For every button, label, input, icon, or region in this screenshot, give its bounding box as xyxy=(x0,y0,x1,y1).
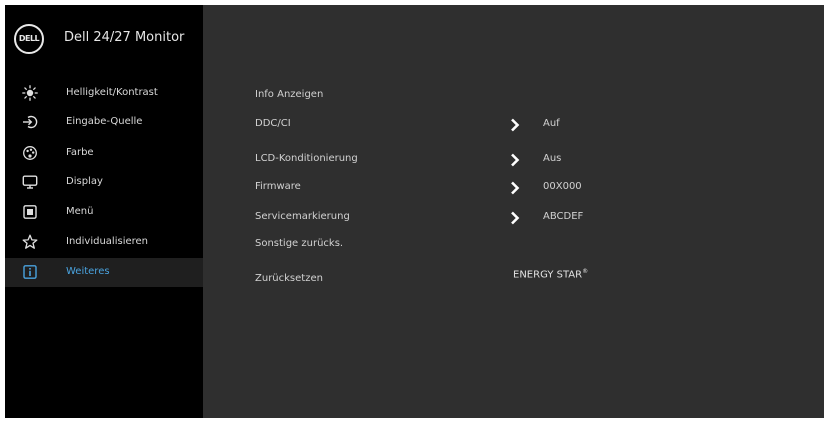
chevron-right-icon xyxy=(510,180,520,195)
menu-icon xyxy=(21,203,39,221)
sidebar-item-label: Weiteres xyxy=(66,266,110,277)
sidebar-item-label: Farbe xyxy=(66,147,94,158)
row-value: Auf xyxy=(543,118,560,129)
energy-star-logo: ENERGY STAR® xyxy=(513,268,588,280)
input-source-icon xyxy=(21,113,39,131)
sidebar-item-label: Individualisieren xyxy=(66,236,149,247)
chevron-right-icon xyxy=(510,117,520,132)
sidebar-item-display[interactable]: Display xyxy=(5,168,203,197)
sidebar-item-input-source[interactable]: Eingabe-Quelle xyxy=(5,108,203,137)
color-icon xyxy=(21,144,39,162)
sidebar-item-label: Display xyxy=(66,176,103,187)
row-label: Sonstige zurücks. xyxy=(255,238,344,249)
row-label: DDC/CI xyxy=(255,118,291,129)
row-info-display[interactable]: Info Anzeigen xyxy=(255,83,795,109)
brightness-icon xyxy=(21,84,39,102)
row-label: Zurücksetzen xyxy=(255,273,323,284)
dell-logo: DELL xyxy=(14,24,44,54)
chevron-right-icon xyxy=(510,210,520,225)
row-lcd-conditioning[interactable]: LCD-Konditionierung Aus xyxy=(255,147,795,173)
registered-mark: ® xyxy=(582,268,589,275)
sidebar-item-brightness-contrast[interactable]: Helligkeit/Kontrast xyxy=(5,79,203,108)
sidebar-item-label: Eingabe-Quelle xyxy=(66,116,143,127)
sidebar-item-others[interactable]: Weiteres xyxy=(5,258,203,287)
row-value: Aus xyxy=(543,153,562,164)
display-icon xyxy=(21,173,39,191)
row-label: Info Anzeigen xyxy=(255,89,324,100)
row-value: ABCDEF xyxy=(543,211,584,222)
monitor-osd: DELL Dell 24/27 Monitor Helligkeit/Kontr… xyxy=(5,5,824,418)
row-firmware[interactable]: Firmware 00X000 xyxy=(255,175,795,201)
row-label: LCD-Konditionierung xyxy=(255,153,358,164)
chevron-right-icon xyxy=(510,152,520,167)
page-title: Dell 24/27 Monitor xyxy=(64,30,185,45)
row-label: Firmware xyxy=(255,181,301,192)
sidebar-item-label: Menü xyxy=(66,206,94,217)
sidebar-item-menu[interactable]: Menü xyxy=(5,198,203,227)
row-other-reset[interactable]: Sonstige zurücks. xyxy=(255,232,795,258)
row-label: Servicemarkierung xyxy=(255,211,350,222)
sidebar-item-label: Helligkeit/Kontrast xyxy=(66,87,158,98)
row-ddc-ci[interactable]: DDC/CI Auf xyxy=(255,112,795,138)
sidebar: DELL Dell 24/27 Monitor Helligkeit/Kontr… xyxy=(5,5,203,418)
info-icon xyxy=(21,263,39,281)
energy-star-text: ENERGY STAR xyxy=(513,269,583,281)
row-service-tag[interactable]: Servicemarkierung ABCDEF xyxy=(255,205,795,231)
brand-header: DELL Dell 24/27 Monitor xyxy=(5,5,203,67)
star-icon xyxy=(21,233,39,251)
sidebar-item-color[interactable]: Farbe xyxy=(5,139,203,168)
sidebar-item-personalize[interactable]: Individualisieren xyxy=(5,228,203,257)
row-value: 00X000 xyxy=(543,181,582,192)
